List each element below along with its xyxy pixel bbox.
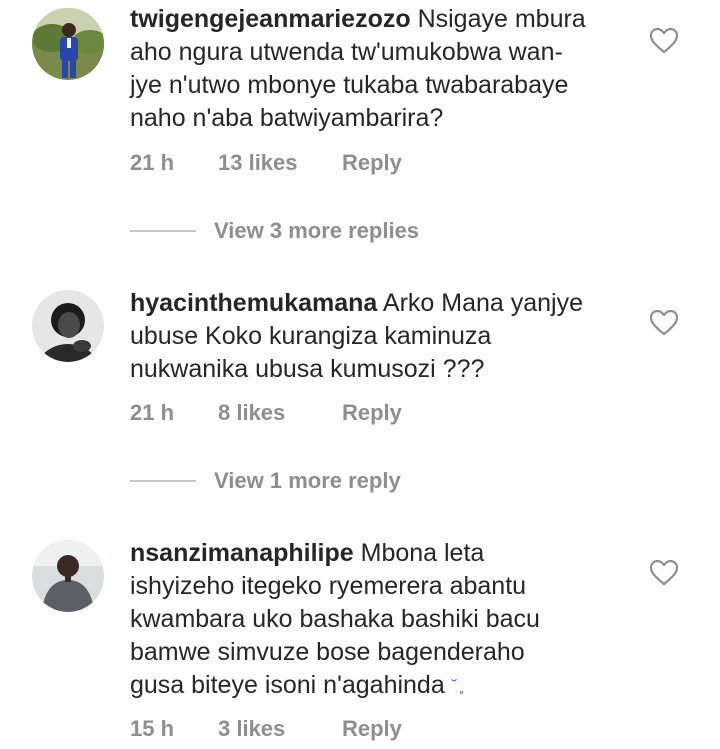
comment-likes[interactable]: 13 likes: [218, 150, 342, 176]
heart-outline-icon[interactable]: [649, 309, 679, 336]
reply-button[interactable]: Reply: [342, 400, 402, 426]
comment-line: aho ngura utwenda tw'umukobwa wan-: [130, 38, 563, 66]
comment-time: 15 h: [130, 716, 175, 741]
avatar[interactable]: [32, 540, 104, 612]
comment-line: bamwe simvuze bose bagenderaho: [130, 638, 525, 666]
comment-line: ubuse Koko kurangiza kaminuza: [130, 322, 492, 350]
comment-meta: 21 h 8 likes Reply: [130, 398, 402, 428]
divider-line: [130, 230, 196, 232]
comment-username[interactable]: nsanzimanaphilipe: [130, 539, 354, 567]
comment-meta: 21 h 13 likes Reply: [130, 148, 402, 178]
heart-outline-icon[interactable]: [649, 559, 679, 586]
comment-username[interactable]: hyacinthemukamana: [130, 289, 377, 317]
comment-meta: 15 h 3 likes Reply: [130, 714, 402, 744]
divider-line: [130, 480, 196, 482]
comment-text: nsanzimanaphilipe Mbona leta ishyizeho i…: [130, 537, 630, 703]
comment-likes[interactable]: 8 likes: [218, 400, 342, 426]
comment-line: Mbona leta: [353, 539, 485, 567]
avatar[interactable]: [32, 8, 104, 80]
reply-button[interactable]: Reply: [342, 716, 402, 742]
comment-time: 21 h: [130, 400, 175, 425]
comment-line: ishyizeho itegeko ryemerera abantu: [130, 572, 527, 600]
comment-likes[interactable]: 3 likes: [218, 716, 342, 742]
comment-time: 21 h: [130, 150, 175, 175]
comment-line: jye n'utwo mbonye tukaba twabarabaye: [130, 71, 569, 99]
comment-line: nukwanika ubusa kumusozi ???: [130, 355, 485, 383]
view-more-replies-label: View 3 more replies: [214, 218, 420, 243]
view-more-replies-label: View 1 more reply: [214, 468, 401, 493]
comment-line: Arko Mana yanjye: [377, 289, 583, 317]
view-more-replies-button[interactable]: View 3 more replies: [130, 216, 419, 246]
sad-emoji-icon: ˘ ̥: [451, 678, 462, 695]
comment-username[interactable]: twigengejeanmariezozo: [130, 5, 411, 33]
avatar[interactable]: [32, 290, 104, 362]
reply-button[interactable]: Reply: [342, 150, 402, 176]
comment-line: naho n'aba batwiyambarira?: [130, 104, 444, 132]
comment-line: Nsigaye mbura: [410, 5, 586, 33]
view-more-replies-button[interactable]: View 1 more reply: [130, 466, 401, 496]
heart-outline-icon[interactable]: [649, 27, 679, 54]
comment-line: kwambara uko bashaka bashiki bacu: [130, 605, 540, 633]
comment-line: gusa biteye isoni n'agahinda: [130, 671, 452, 699]
comment-text: hyacinthemukamana Arko Mana yanjye ubuse…: [130, 287, 630, 386]
comment-text: twigengejeanmariezozo Nsigaye mbura aho …: [130, 3, 630, 135]
